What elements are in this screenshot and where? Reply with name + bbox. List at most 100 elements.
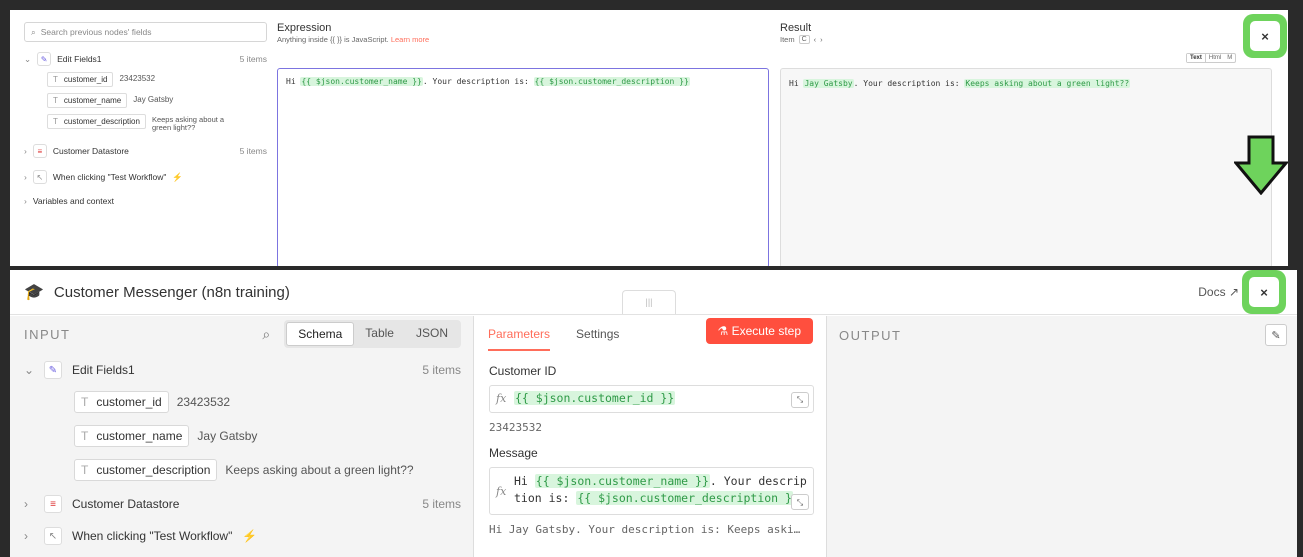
field-name: customer_id [96,395,162,409]
parameters-panel: Parameters Settings ⚗ Execute step Custo… [473,316,827,557]
expression-input[interactable]: Hi {{ $json.customer_name }}. Your descr… [277,68,769,266]
expr-token: {{ $json.customer_name }} [534,474,710,488]
expression-title: Expression [277,22,332,34]
item-index-input[interactable]: C [798,35,810,44]
tab-schema[interactable]: Schema [286,322,355,346]
search-fields-input[interactable]: ⌕ Search previous nodes' fields [24,22,267,42]
field-name: customer_id [63,75,108,84]
tab-parameters[interactable]: Parameters [488,317,551,351]
result-value: Keeps asking about a green light?? [964,79,1131,88]
input-heading: INPUT [24,326,71,342]
external-link-icon: ↗ [1228,285,1239,299]
next-item-button[interactable]: › [820,35,823,44]
expr-text: Hi [286,77,301,86]
expr-token: {{ $json.customer_id }} [514,391,676,405]
lightning-icon: ⚡ [242,529,258,543]
expr-token: {{ $json.customer_name }} [300,77,423,86]
field-row[interactable]: Tcustomer_description Keeps asking about… [74,459,461,481]
tab-settings[interactable]: Settings [576,327,619,341]
graduation-cap-icon: 🎓 [24,284,44,301]
pencil-icon[interactable]: ✎ [1265,324,1287,346]
execute-step-button[interactable]: ⚗ Execute step [705,318,813,344]
tree-node-datastore[interactable]: › ≡ Customer Datastore 5 items [24,495,461,513]
message-field[interactable]: fx Hi {{ $json.customer_name }}. Your de… [489,467,814,515]
node-label: Customer Datastore [72,497,180,511]
field-row[interactable]: Tcustomer_description Keeps asking about… [47,114,267,132]
field-value: 23423532 [176,395,231,409]
message-result: Hi Jay Gatsby. Your description is: Keep… [489,523,801,536]
learn-more-link[interactable]: Learn more [391,35,429,44]
tree-node-trigger[interactable]: › ↖ When clicking "Test Workflow" ⚡ [24,170,267,184]
item-count: 5 items [239,54,267,64]
close-expression-button[interactable]: × [1243,14,1287,58]
expand-editor-icon[interactable]: ⤡ [791,392,809,408]
field-row[interactable]: Tcustomer_name Jay Gatsby [74,425,461,447]
chevron-down-icon: ⌄ [24,53,32,64]
field-name: customer_name [96,429,183,443]
pencil-icon: ✎ [44,361,62,379]
drag-handle[interactable]: ||| [622,290,676,314]
tab-markdown[interactable]: M [1224,54,1235,62]
database-icon: ≡ [44,495,62,513]
tree-node-variables[interactable]: › Variables and context [24,196,267,206]
field-name: customer_description [63,117,140,126]
view-mode-tabs: Schema Table JSON [284,320,461,348]
field-row[interactable]: Tcustomer_name Jay Gatsby [47,93,267,108]
database-icon: ≡ [32,144,47,158]
customer-id-label: Customer ID [489,364,557,378]
result-section: Result Item C ‹ › Text Html M Hi Jay Gat… [778,10,1288,266]
pencil-icon: ✎ [37,52,52,66]
field-value: Keeps asking about a green light?? [225,463,414,477]
chevron-right-icon: › [24,497,28,511]
expr-token: {{ $json.customer_description } [576,491,793,505]
text-type-icon: T [81,463,89,477]
cursor-icon: ↖ [32,170,47,184]
cursor-icon: ↖ [44,527,62,545]
tree-node-edit-fields[interactable]: ⌄ ✎ Edit Fields1 5 items [24,361,461,379]
tab-json[interactable]: JSON [405,322,459,346]
execute-label: Execute step [731,324,801,338]
node-label: When clicking "Test Workflow" [52,172,167,182]
tree-node-edit-fields[interactable]: ⌄ ✎ Edit Fields1 5 items [24,52,267,66]
item-count: 5 items [239,146,267,156]
prev-item-button[interactable]: ‹ [814,35,817,44]
field-name: customer_name [63,96,122,105]
expression-subtitle: Anything inside {{ }} is JavaScript. [277,35,389,44]
result-value: Jay Gatsby [803,79,854,88]
field-row[interactable]: Tcustomer_id 23423532 [74,391,461,413]
arrow-down-icon [1234,135,1288,195]
tree-node-trigger[interactable]: › ↖ When clicking "Test Workflow" ⚡ [24,527,461,545]
expression-editor-panel: ⌕ Search previous nodes' fields ⌄ ✎ Edit… [10,10,1288,266]
tab-text[interactable]: Text [1187,54,1206,62]
output-panel: OUTPUT ✎ [827,316,1297,557]
field-row[interactable]: Tcustomer_id 23423532 [47,72,267,87]
fx-icon: fx [496,485,507,498]
text-type-icon: T [81,395,89,409]
search-icon[interactable]: ⌕ [262,326,270,343]
chevron-right-icon: › [24,146,27,156]
tab-html[interactable]: Html [1206,54,1224,62]
text-type-icon: T [53,75,58,84]
customer-id-result: 23423532 [489,421,542,434]
close-icon: × [1249,277,1279,307]
result-text: . Your description is: [853,79,965,88]
search-placeholder: Search previous nodes' fields [40,27,152,37]
result-title: Result [780,22,812,34]
chevron-right-icon: › [24,529,28,543]
expression-section: Expression Anything inside {{ }} is Java… [275,10,770,266]
field-value: 23423532 [119,74,156,83]
expand-editor-icon[interactable]: ⤡ [791,494,809,510]
tree-node-datastore[interactable]: › ≡ Customer Datastore 5 items [24,144,267,158]
node-label: Edit Fields1 [57,54,102,64]
expr-text: tion is: [514,491,577,505]
customer-id-field[interactable]: fx {{ $json.customer_id }} ⤡ [489,385,814,413]
docs-label: Docs [1198,285,1226,299]
search-icon: ⌕ [31,26,36,37]
docs-link[interactable]: Docs ↗ [1198,285,1239,299]
tab-table[interactable]: Table [354,322,405,346]
node-title[interactable]: Customer Messenger (n8n training) [54,284,290,301]
close-icon: × [1250,21,1280,51]
input-fields-tree: ⌕ Search previous nodes' fields ⌄ ✎ Edit… [10,10,273,266]
flask-icon: ⚗ [717,324,729,338]
close-node-button[interactable]: × [1242,270,1286,314]
